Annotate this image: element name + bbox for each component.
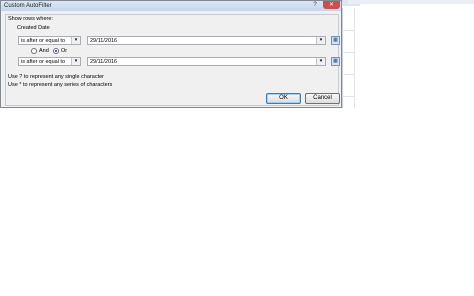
field-label: Created Date: [17, 25, 50, 31]
hint-series-characters: Use * to represent any series of charact…: [8, 82, 113, 88]
calendar-icon: ▦: [333, 37, 338, 43]
close-button[interactable]: ✕: [323, 1, 340, 9]
ok-button[interactable]: OK: [266, 93, 301, 104]
operator-select-1[interactable]: is after or equal to ▾: [18, 36, 81, 45]
value-combo-1[interactable]: 29/11/2016 ▾: [87, 36, 326, 45]
and-radio[interactable]: [31, 48, 37, 54]
value-combo-2-value: 29/11/2016: [90, 59, 118, 65]
calendar-icon: ▦: [333, 58, 338, 64]
worksheet-row-line: [342, 96, 354, 97]
cancel-button[interactable]: Cancel: [305, 93, 340, 104]
or-radio[interactable]: [53, 48, 59, 54]
dialog-title: Custom AutoFilter: [4, 3, 52, 9]
help-button[interactable]: ?: [309, 1, 321, 9]
operator-select-2[interactable]: is after or equal to ▾: [18, 57, 81, 66]
chevron-down-icon[interactable]: ▾: [71, 58, 80, 65]
value-combo-2[interactable]: 29/11/2016 ▾: [87, 57, 326, 66]
custom-autofilter-dialog: Custom AutoFilter ? ✕ Show rows where: C…: [0, 0, 342, 108]
operator-select-1-value: is after or equal to: [21, 38, 66, 44]
title-bar: Custom AutoFilter ? ✕: [1, 1, 341, 11]
hint-single-character: Use ? to represent any single character: [8, 74, 104, 80]
chevron-down-icon[interactable]: ▾: [71, 37, 80, 44]
and-radio-label: And: [39, 48, 49, 54]
date-picker-button-1[interactable]: ▦: [331, 36, 340, 45]
ribbon-background-right: [348, 0, 474, 4]
worksheet-row-line: [342, 52, 354, 53]
operator-select-2-value: is after or equal to: [21, 59, 66, 65]
value-combo-1-value: 29/11/2016: [90, 38, 118, 44]
date-picker-button-2[interactable]: ▦: [331, 57, 340, 66]
chevron-down-icon[interactable]: ▾: [316, 58, 325, 65]
worksheet-row-line: [342, 30, 354, 31]
worksheet-row-line: [342, 74, 354, 75]
or-radio-label: Or: [61, 48, 68, 54]
show-rows-label: Show rows where:: [8, 16, 53, 22]
worksheet-column-line: [354, 8, 355, 108]
chevron-down-icon[interactable]: ▾: [316, 37, 325, 44]
